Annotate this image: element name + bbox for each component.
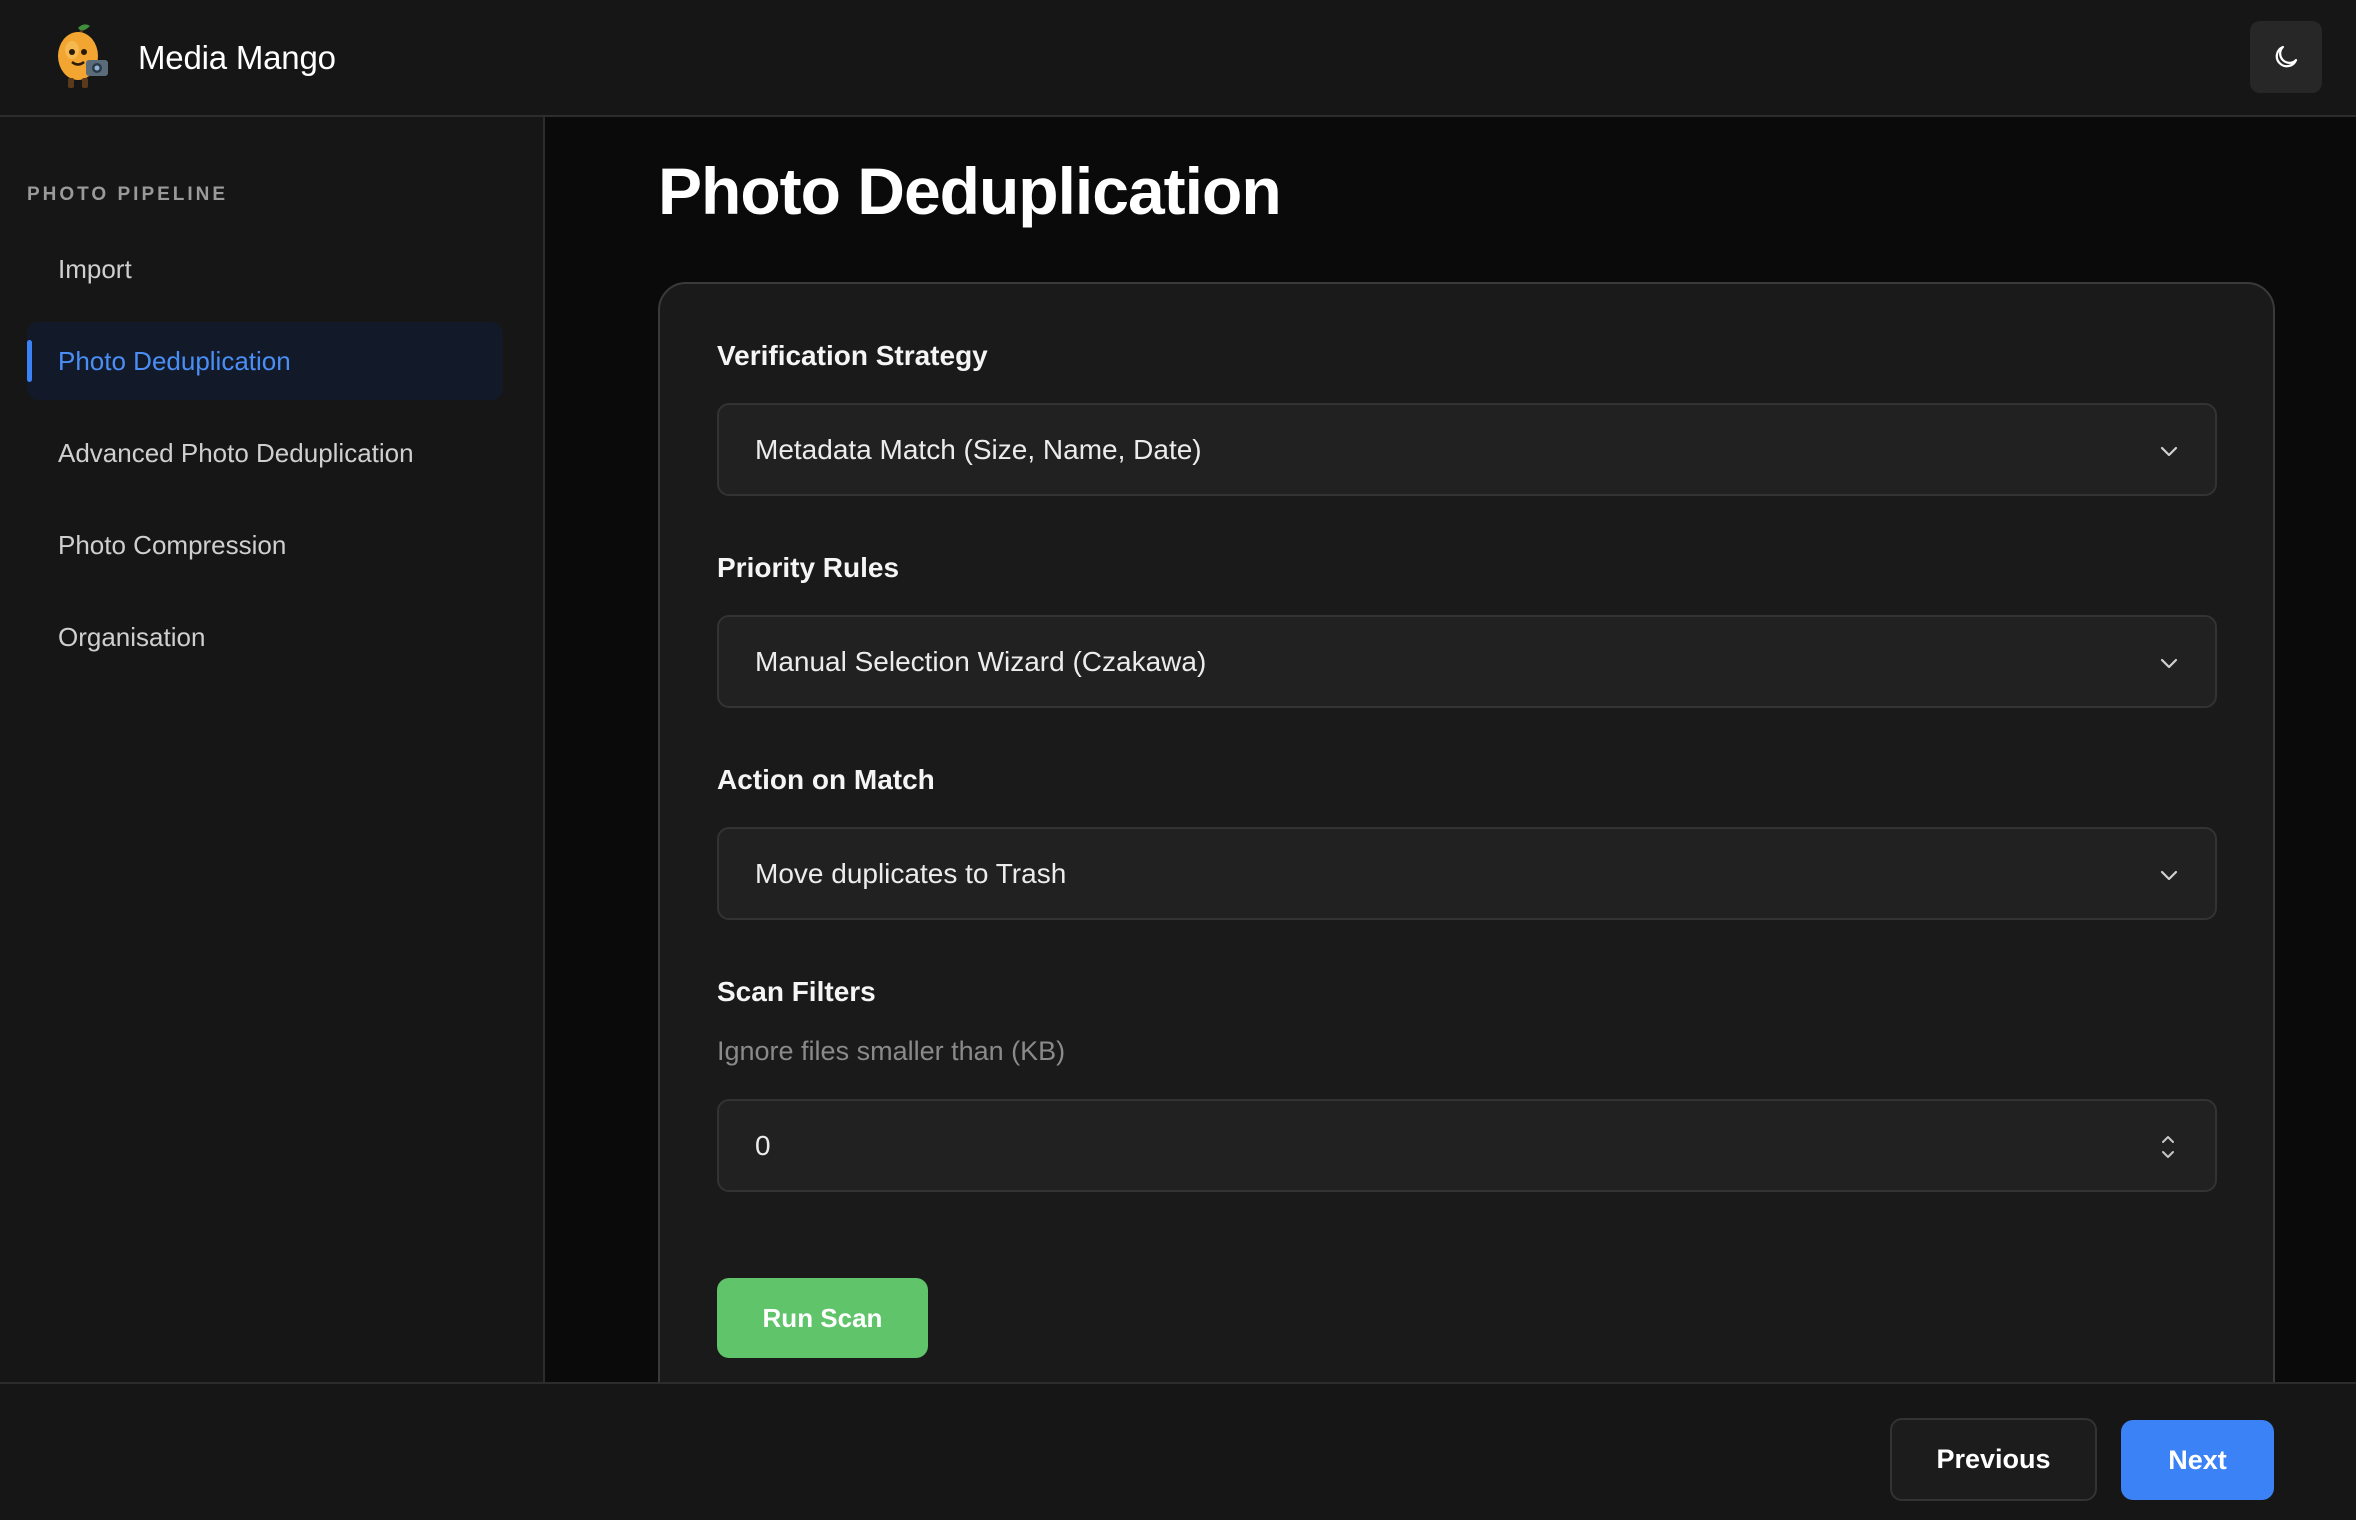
min-size-input[interactable]: 0 [717, 1099, 2217, 1192]
theme-toggle-button[interactable] [2250, 21, 2322, 93]
action-on-match-select[interactable]: Move duplicates to Trash [717, 827, 2217, 920]
settings-card: Verification Strategy Metadata Match (Si… [658, 282, 2275, 1382]
footer-bar: Previous Next [0, 1382, 2356, 1520]
sidebar-item-photo-compression[interactable]: Photo Compression [27, 506, 503, 584]
sidebar-item-photo-deduplication[interactable]: Photo Deduplication [27, 322, 503, 400]
page-title: Photo Deduplication [658, 154, 1282, 228]
priority-rules-select[interactable]: Manual Selection Wizard (Czakawa) [717, 615, 2217, 708]
action-on-match-label: Action on Match [717, 764, 935, 795]
sidebar-item-organisation[interactable]: Organisation [27, 598, 503, 676]
sidebar-item-label: Import [58, 253, 132, 284]
verification-strategy-select[interactable]: Metadata Match (Size, Name, Date) [717, 403, 2217, 496]
min-size-label: Ignore files smaller than (KB) [717, 1036, 1066, 1066]
sidebar-item-advanced-photo-deduplication[interactable]: Advanced Photo Deduplication [27, 414, 503, 492]
main-content: Photo Deduplication Verification Strateg… [547, 117, 2356, 1382]
chevron-down-icon [2160, 446, 2178, 457]
sidebar: PHOTO PIPELINE Import Photo Deduplicatio… [0, 117, 545, 1382]
select-value: Manual Selection Wizard (Czakawa) [755, 645, 1207, 677]
next-button[interactable]: Next [2121, 1420, 2274, 1500]
brand-name: Media Mango [138, 38, 336, 76]
sidebar-item-label: Organisation [58, 621, 206, 652]
verification-strategy-label: Verification Strategy [717, 340, 988, 371]
sidebar-item-label: Photo Deduplication [58, 345, 291, 376]
mango-mascot-icon [48, 20, 114, 92]
sidebar-section-title: PHOTO PIPELINE [27, 184, 229, 205]
select-value: Move duplicates to Trash [755, 857, 1067, 889]
previous-button[interactable]: Previous [1890, 1418, 2097, 1501]
scan-filters-label: Scan Filters [717, 976, 876, 1007]
stepper-arrows-icon[interactable] [2159, 1131, 2177, 1163]
top-bar: Media Mango [0, 0, 2356, 117]
priority-rules-label: Priority Rules [717, 552, 900, 583]
input-value: 0 [755, 1129, 771, 1161]
sidebar-item-label: Advanced Photo Deduplication [58, 437, 414, 468]
app-window: Media Mango PHOTO PIPELINE Import Photo … [0, 0, 2356, 1520]
sidebar-item-label: Photo Compression [58, 529, 287, 560]
sidebar-item-import[interactable]: Import [27, 230, 503, 308]
run-scan-button[interactable]: Run Scan [717, 1278, 928, 1358]
moon-icon [2275, 45, 2298, 68]
chevron-down-icon [2160, 658, 2178, 669]
chevron-down-icon [2160, 870, 2178, 881]
select-value: Metadata Match (Size, Name, Date) [755, 433, 1202, 465]
